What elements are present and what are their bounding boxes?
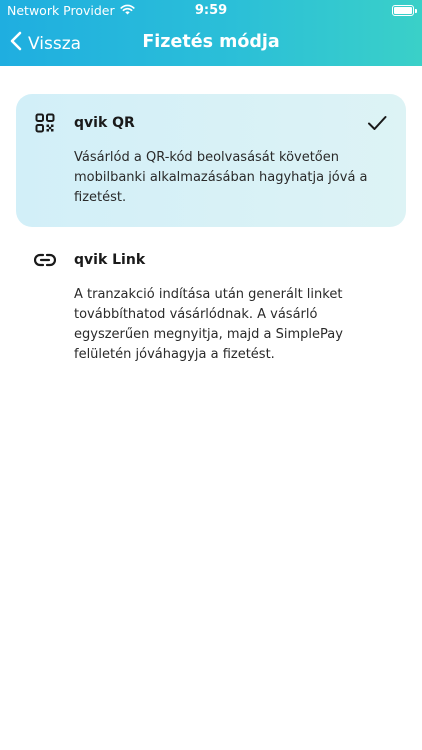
option-header: qvik QR [34, 112, 388, 134]
app-header: Network Provider 9:59 Vissza Fizetés mód… [0, 0, 422, 66]
status-bar: Network Provider 9:59 [0, 0, 422, 22]
status-time: 9:59 [194, 3, 228, 18]
option-description: A tranzakció indítása után generált link… [74, 287, 343, 362]
checkmark-icon [366, 112, 388, 138]
payment-method-list: qvik QR Vásárlód a QR-kód beolvasását kö… [0, 66, 422, 383]
page-title: Fizetés módja [142, 32, 280, 52]
payment-option-qvik-qr[interactable]: qvik QR Vásárlód a QR-kód beolvasását kö… [16, 94, 406, 227]
option-title: qvik QR [74, 115, 135, 131]
navigation-bar: Vissza Fizetés módja [0, 22, 422, 66]
battery-icon [392, 5, 417, 16]
link-icon [34, 249, 56, 271]
qr-code-icon [34, 112, 56, 134]
payment-option-qvik-link[interactable]: qvik Link A tranzakció indítása után gen… [16, 231, 406, 383]
option-header: qvik Link [34, 249, 388, 271]
option-description: Vásárlód a QR-kód beolvasását követően m… [74, 150, 368, 205]
option-title: qvik Link [74, 252, 146, 268]
